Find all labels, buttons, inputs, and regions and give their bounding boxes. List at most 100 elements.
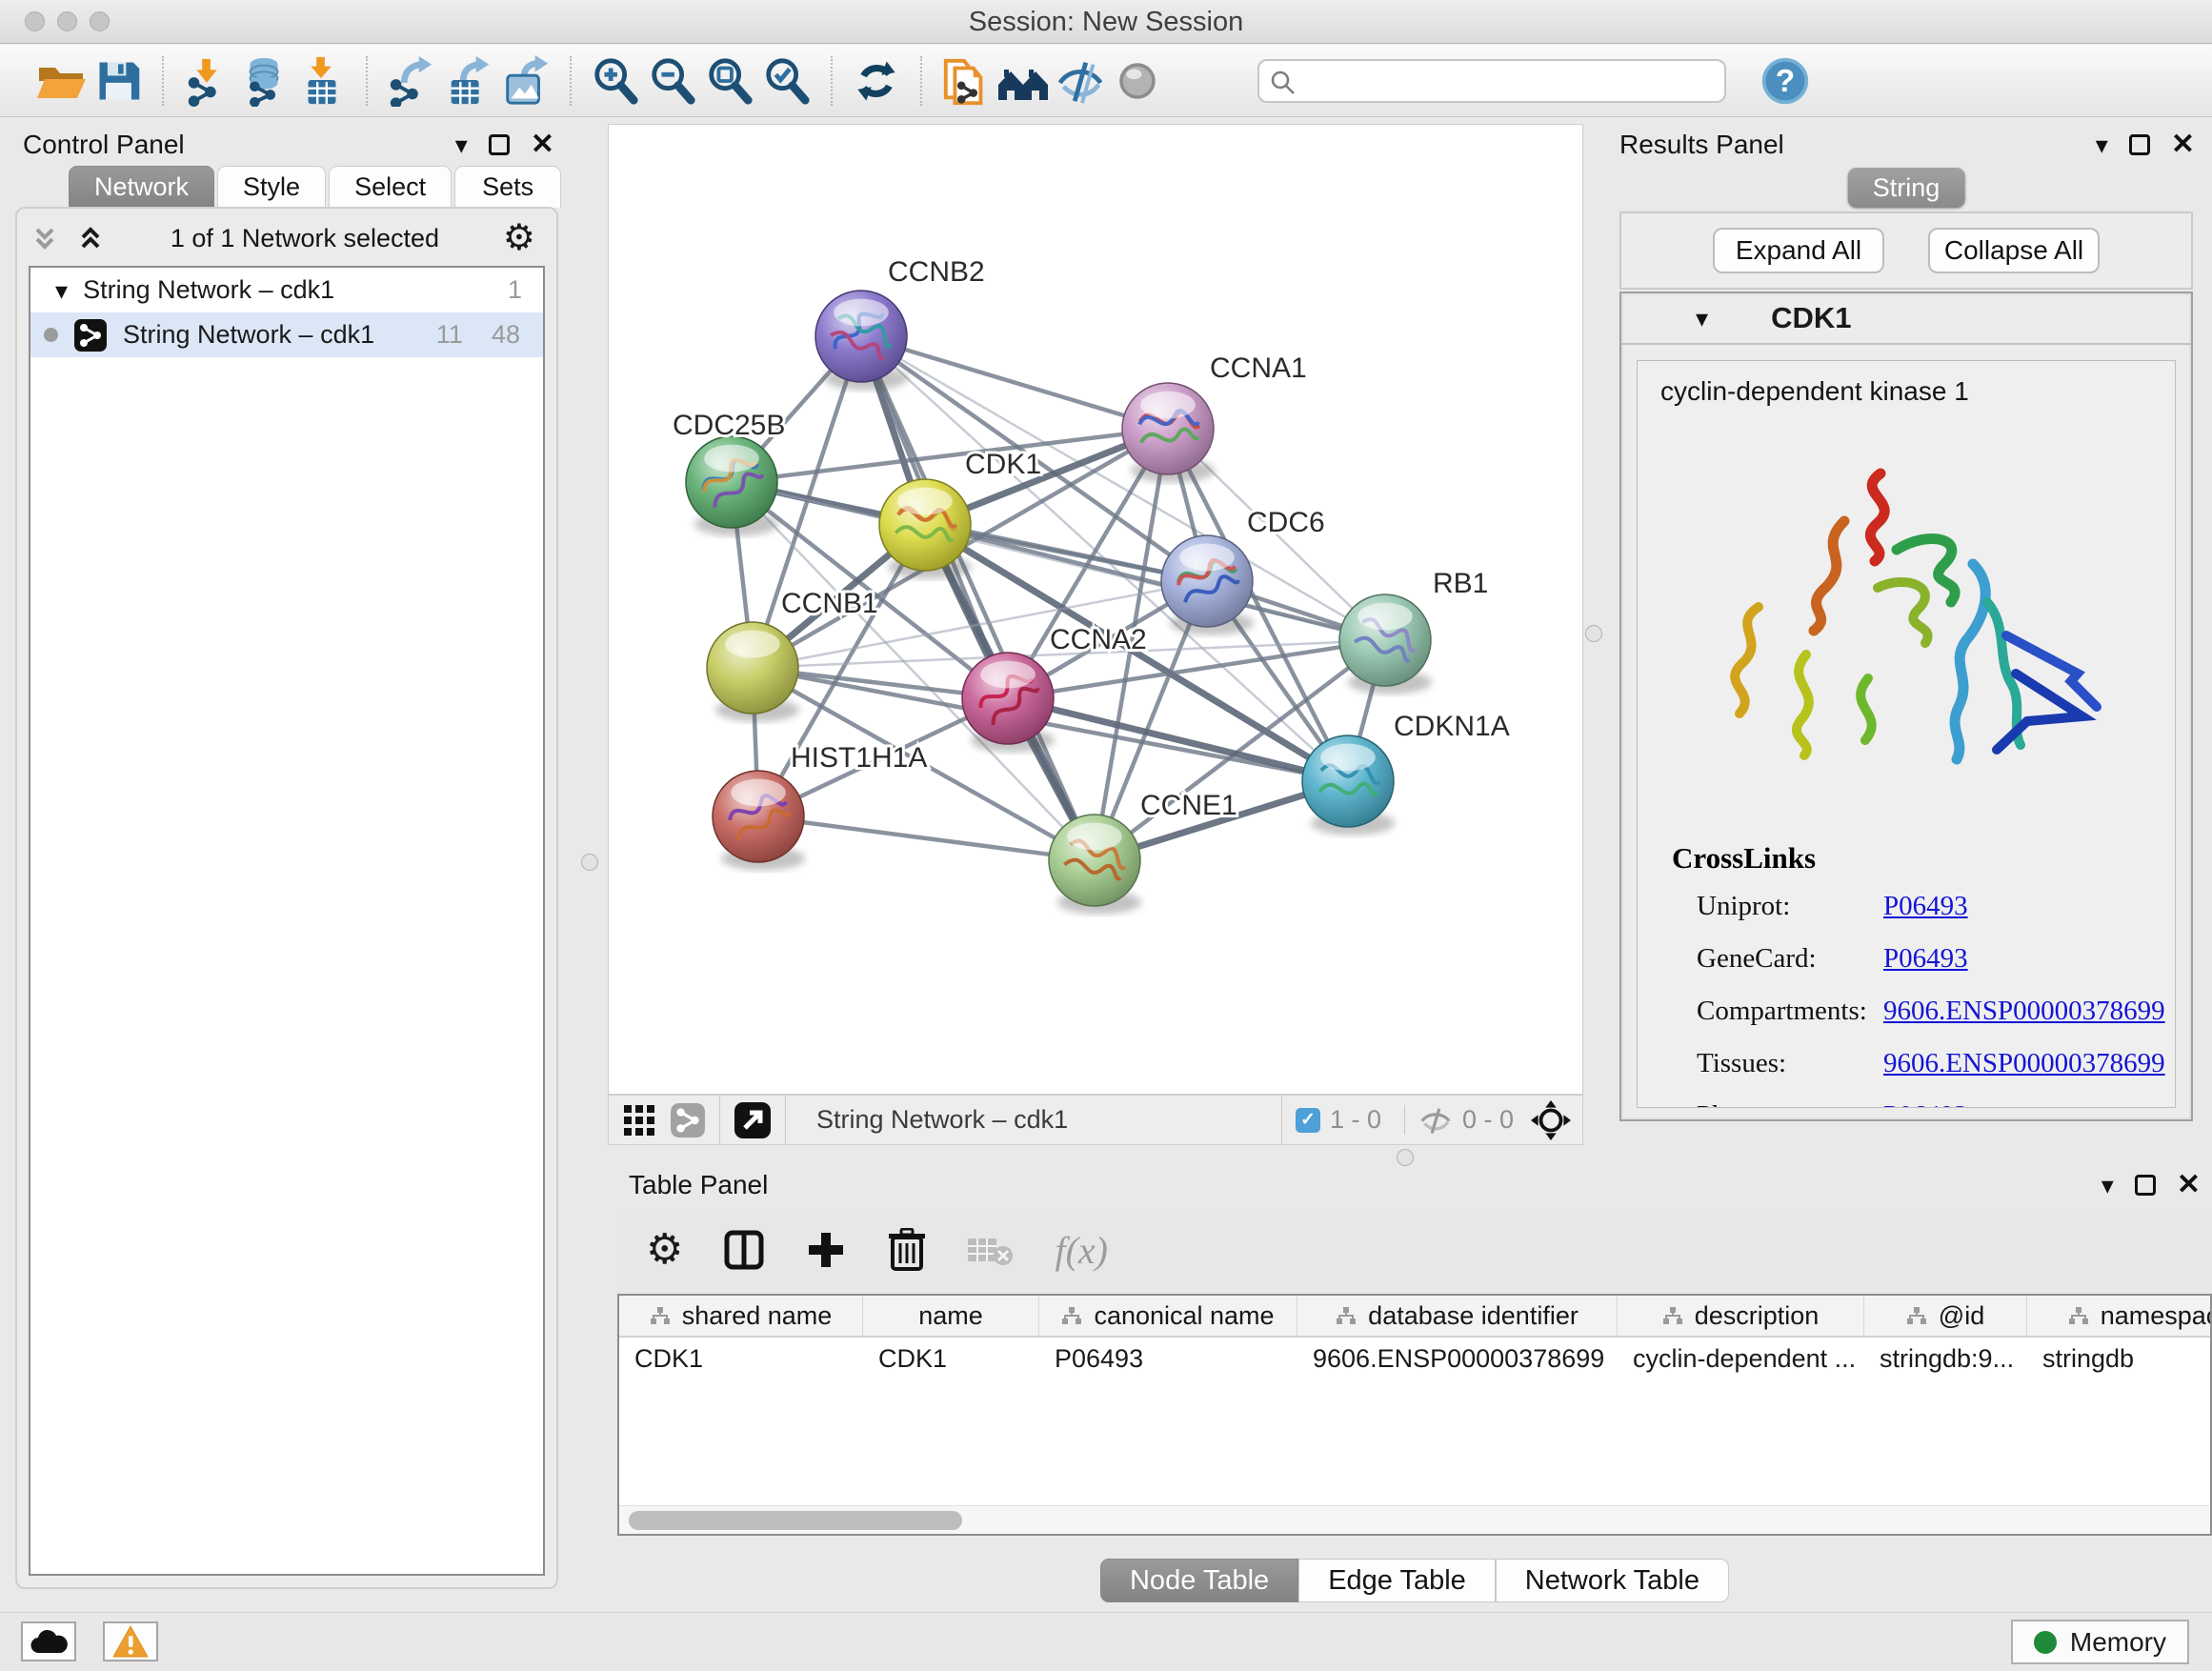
table-cell[interactable]: 9606.ENSP00000378699 xyxy=(1297,1338,1618,1379)
warnings-button[interactable] xyxy=(103,1621,158,1661)
birdseye-crosshair-icon[interactable] xyxy=(1531,1100,1571,1140)
float-panel-icon[interactable] xyxy=(2129,134,2150,155)
protein-expander-icon[interactable]: ▾ xyxy=(1696,306,1708,331)
zoom-fit-button[interactable] xyxy=(701,52,758,110)
table-cell[interactable]: stringdb xyxy=(2027,1338,2212,1379)
table-horizontal-scrollbar[interactable] xyxy=(619,1505,2210,1534)
zoom-in-button[interactable] xyxy=(587,52,644,110)
homes-button[interactable] xyxy=(995,52,1052,110)
column-header-namespace[interactable]: namespace xyxy=(2027,1296,2212,1336)
string-import-button[interactable] xyxy=(937,52,995,110)
help-icon: ? xyxy=(1760,56,1810,106)
cytoscape-window: { "window": { "title": "Session: New Ses… xyxy=(0,0,2212,1671)
float-panel-icon[interactable] xyxy=(489,134,510,155)
network-graph[interactable]: CCNB2CCNA1CDC25BCDK1CDC6RB1CCNB1CCNA2CDK… xyxy=(609,125,1582,1094)
eye-slash-icon xyxy=(1055,55,1106,107)
share-view-icon[interactable] xyxy=(670,1102,706,1138)
close-panel-icon[interactable]: ✕ xyxy=(531,131,554,159)
column-header-canonical-name[interactable]: canonical name xyxy=(1039,1296,1297,1336)
tab-string[interactable]: String xyxy=(1848,168,1965,208)
column-header--id[interactable]: @id xyxy=(1864,1296,2027,1336)
tab-node-table[interactable]: Node Table xyxy=(1100,1559,1298,1602)
import-network-file-button[interactable] xyxy=(179,52,236,110)
tab-network[interactable]: Network xyxy=(69,166,214,208)
expand-all-button[interactable]: Expand All xyxy=(1713,228,1884,273)
column-header-description[interactable]: description xyxy=(1618,1296,1864,1336)
scrollbar-thumb[interactable] xyxy=(629,1511,962,1530)
create-column-plus-icon[interactable] xyxy=(805,1229,847,1271)
external-link-icon[interactable] xyxy=(734,1101,772,1139)
results-actions-box: Expand All Collapse All xyxy=(1619,211,2193,290)
export-image-button[interactable] xyxy=(497,52,554,110)
crosslink-link[interactable]: P06493 xyxy=(1883,891,1968,922)
delete-column-trash-icon[interactable] xyxy=(887,1228,927,1272)
hidden-eye-slash-icon[interactable] xyxy=(1418,1106,1453,1135)
tab-edge-table[interactable]: Edge Table xyxy=(1298,1559,1496,1602)
crosslink-link[interactable]: P06493 xyxy=(1883,943,1968,975)
table-cell[interactable]: cyclin-dependent ... xyxy=(1618,1338,1864,1379)
column-header-database-identifier[interactable]: database identifier xyxy=(1297,1296,1618,1336)
zoom-out-button[interactable] xyxy=(644,52,701,110)
collection-expander-icon[interactable]: ▾ xyxy=(55,278,68,303)
panel-menu-icon[interactable]: ▾ xyxy=(2101,1173,2114,1198)
collection-label: String Network – cdk1 xyxy=(83,275,508,305)
import-network-database-button[interactable] xyxy=(236,52,293,110)
horizontal-splitter-handle[interactable] xyxy=(1397,1149,1414,1166)
apply-layout-button[interactable] xyxy=(848,52,905,110)
svg-text:CCNB1: CCNB1 xyxy=(781,588,878,619)
close-panel-icon[interactable]: ✕ xyxy=(2171,131,2195,159)
protein-section-header[interactable]: ▾ CDK1 xyxy=(1621,293,2191,345)
expand-all-icon[interactable] xyxy=(74,222,107,254)
float-panel-icon[interactable] xyxy=(2135,1175,2156,1196)
export-network-button[interactable] xyxy=(383,52,440,110)
export-table-button[interactable] xyxy=(440,52,497,110)
hide-graphics-button[interactable] xyxy=(1052,52,1109,110)
network-collection-row[interactable]: ▾ String Network – cdk1 1 xyxy=(30,268,543,312)
current-network-dot-icon xyxy=(44,328,58,342)
import-table-button[interactable] xyxy=(293,52,351,110)
panel-menu-icon[interactable]: ▾ xyxy=(2096,132,2108,157)
save-session-button[interactable] xyxy=(90,52,147,110)
memory-button[interactable]: Memory xyxy=(2011,1620,2189,1664)
help-button[interactable]: ? xyxy=(1757,52,1814,110)
table-cell[interactable]: CDK1 xyxy=(619,1338,863,1379)
tab-style[interactable]: Style xyxy=(217,166,326,208)
collapse-all-icon[interactable] xyxy=(29,222,61,254)
panel-menu-icon[interactable]: ▾ xyxy=(455,132,468,157)
table-cell[interactable]: CDK1 xyxy=(863,1338,1039,1379)
column-header-name[interactable]: name xyxy=(863,1296,1039,1336)
show-graphics-button[interactable] xyxy=(1109,52,1166,110)
left-splitter-handle[interactable] xyxy=(581,854,598,871)
collapse-all-button[interactable]: Collapse All xyxy=(1928,228,2100,273)
crosslink-link[interactable]: 9606.ENSP00000378699 xyxy=(1883,1048,2165,1079)
cloud-status-button[interactable] xyxy=(21,1621,76,1661)
column-header-shared-name[interactable]: shared name xyxy=(619,1296,863,1336)
close-panel-icon[interactable]: ✕ xyxy=(2177,1171,2201,1199)
table-cell[interactable]: stringdb:9... xyxy=(1864,1338,2027,1379)
crosslink-link[interactable]: 9606.ENSP00000378699 xyxy=(1883,996,2165,1027)
crosslink-link[interactable]: P06493 xyxy=(1883,1100,1968,1108)
svg-text:CDC25B: CDC25B xyxy=(673,410,785,441)
right-splitter-handle[interactable] xyxy=(1585,625,1602,642)
table-options-gear-icon[interactable]: ⚙ xyxy=(646,1229,683,1271)
toolbar-separator xyxy=(366,56,368,106)
tab-network-table[interactable]: Network Table xyxy=(1496,1559,1729,1602)
search-input[interactable] xyxy=(1259,61,1724,101)
network-row[interactable]: String Network – cdk1 11 48 xyxy=(30,312,543,357)
crosslinks-section: CrossLinks Uniprot:P06493GeneCard:P06493… xyxy=(1672,841,2175,1108)
network-options-gear-icon[interactable]: ⚙ xyxy=(503,220,535,256)
open-folder-icon xyxy=(34,54,88,108)
open-session-button[interactable] xyxy=(32,52,90,110)
selected-checkbox-icon[interactable]: ✓ xyxy=(1296,1108,1320,1133)
grid-view-icon[interactable] xyxy=(622,1103,656,1137)
network-canvas[interactable]: CCNB2CCNA1CDC25BCDK1CDC6RB1CCNB1CCNA2CDK… xyxy=(608,124,1583,1095)
table-row[interactable]: CDK1CDK1P064939606.ENSP00000378699cyclin… xyxy=(619,1338,2210,1379)
zoom-selected-button[interactable] xyxy=(758,52,815,110)
tab-sets[interactable]: Sets xyxy=(454,166,561,208)
node-table: shared namenamecanonical namedatabase id… xyxy=(617,1294,2212,1536)
network-label: String Network – cdk1 xyxy=(123,320,436,350)
memory-status-dot-icon xyxy=(2034,1631,2057,1654)
table-cell[interactable]: P06493 xyxy=(1039,1338,1297,1379)
tab-select[interactable]: Select xyxy=(329,166,452,208)
show-columns-icon[interactable] xyxy=(723,1229,765,1271)
